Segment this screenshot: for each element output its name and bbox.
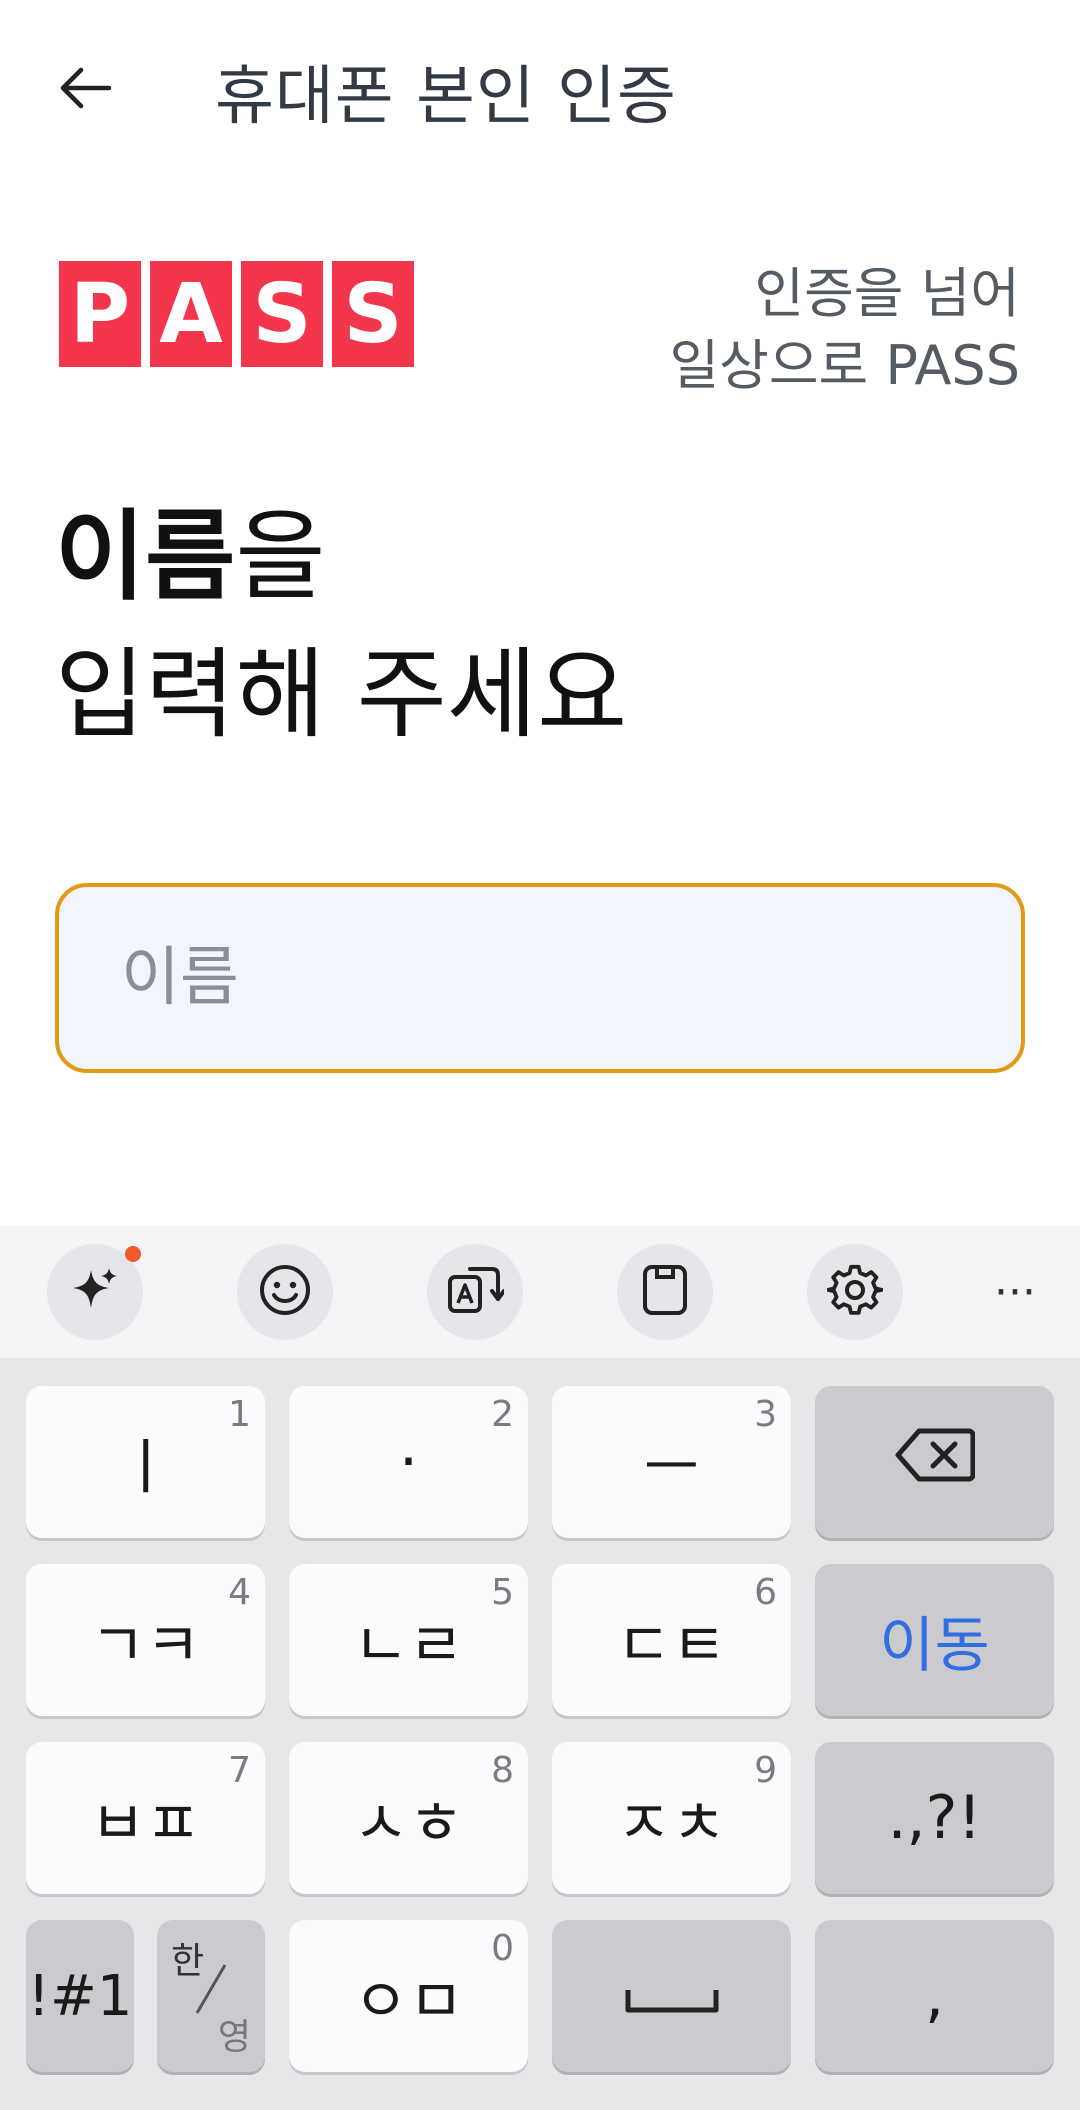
key-label: ㄷㅌ bbox=[616, 1610, 727, 1681]
symbols-key[interactable]: !#1 bbox=[26, 1920, 134, 2072]
sparkle-ai-icon bbox=[69, 1264, 121, 1320]
lang-top-label: 한 bbox=[171, 1941, 205, 1982]
settings-button[interactable] bbox=[807, 1244, 903, 1340]
pass-logo: P A S S bbox=[59, 261, 414, 367]
key-dot[interactable]: · 2 bbox=[289, 1386, 528, 1538]
app-header: 휴대폰 본인 인증 bbox=[0, 0, 1080, 175]
backspace-icon bbox=[895, 1427, 975, 1498]
brand-tagline: 인증을 넘어 일상으로 PASS bbox=[670, 258, 1021, 402]
notification-dot bbox=[125, 1246, 141, 1262]
korean-keyboard: ㅣ 1 · 2 ㅡ 3 ㄱㅋ 4 ㄴㄹ 5 ㄷㅌ 6 이동 ㅂㅍ 7 ㅅㅎ 8 … bbox=[0, 1358, 1080, 2110]
space-bar-icon bbox=[624, 1961, 720, 2031]
logo-letter: S bbox=[332, 261, 414, 367]
key-siot[interactable]: ㅅㅎ 8 bbox=[289, 1742, 528, 1894]
arrow-left-icon bbox=[57, 66, 113, 114]
translate-icon bbox=[446, 1263, 506, 1321]
key-number: 4 bbox=[228, 1572, 251, 1613]
key-label: ㅇㅁ bbox=[353, 1966, 464, 2037]
key-label: .,?! bbox=[887, 1783, 982, 1853]
settings-gear-icon bbox=[826, 1262, 884, 1322]
emoji-icon bbox=[258, 1263, 312, 1321]
headline-rest: 을 bbox=[235, 500, 326, 614]
emoji-button[interactable] bbox=[237, 1244, 333, 1340]
page-title: 휴대폰 본인 인증 bbox=[215, 60, 677, 134]
key-label: · bbox=[398, 1427, 419, 1497]
key-label: ㅣ bbox=[117, 1432, 174, 1503]
key-number: 0 bbox=[491, 1928, 514, 1969]
clipboard-button[interactable] bbox=[617, 1244, 713, 1340]
space-key[interactable] bbox=[552, 1920, 791, 2072]
tagline-line1: 인증을 넘어 bbox=[754, 262, 1020, 325]
key-label: ㅈㅊ bbox=[616, 1788, 727, 1859]
logo-letter: A bbox=[150, 261, 232, 367]
headline-line2: 입력해 주세요 bbox=[55, 638, 628, 752]
key-label: ㄴㄹ bbox=[353, 1610, 464, 1681]
key-number: 9 bbox=[754, 1750, 777, 1791]
logo-letter: P bbox=[59, 261, 141, 367]
key-label: ㄱㅋ bbox=[90, 1610, 201, 1681]
key-bieup[interactable]: ㅂㅍ 7 bbox=[26, 1742, 265, 1894]
key-label: !#1 bbox=[27, 1963, 133, 2029]
key-number: 3 bbox=[754, 1394, 777, 1435]
key-number: 1 bbox=[228, 1394, 251, 1435]
back-button[interactable] bbox=[50, 55, 120, 125]
tagline-line2: 일상으로 PASS bbox=[669, 334, 1021, 397]
key-number: 6 bbox=[754, 1572, 777, 1613]
logo-letter: S bbox=[241, 261, 323, 367]
more-dots-icon[interactable]: ··· bbox=[985, 1266, 1045, 1318]
key-eu[interactable]: ㅡ 3 bbox=[552, 1386, 791, 1538]
name-input[interactable] bbox=[59, 887, 1021, 1069]
key-label: ㅅㅎ bbox=[353, 1788, 464, 1859]
key-number: 8 bbox=[491, 1750, 514, 1791]
comma-key[interactable]: , bbox=[815, 1920, 1054, 2072]
instruction-headline: 이름을 입력해 주세요 bbox=[55, 488, 627, 764]
lang-bottom-label: 영 bbox=[217, 2017, 251, 2058]
key-giyeok[interactable]: ㄱㅋ 4 bbox=[26, 1564, 265, 1716]
key-label: ㅂㅍ bbox=[90, 1788, 201, 1859]
key-label: ㅡ bbox=[643, 1432, 700, 1503]
key-number: 2 bbox=[491, 1394, 514, 1435]
key-label: 이동 bbox=[879, 1610, 990, 1681]
key-jieut[interactable]: ㅈㅊ 9 bbox=[552, 1742, 791, 1894]
name-field[interactable] bbox=[55, 883, 1025, 1073]
headline-bold: 이름 bbox=[55, 500, 236, 614]
key-i[interactable]: ㅣ 1 bbox=[26, 1386, 265, 1538]
key-nieun[interactable]: ㄴㄹ 5 bbox=[289, 1564, 528, 1716]
language-switch-key[interactable]: 한 영 bbox=[157, 1920, 265, 2072]
translate-button[interactable] bbox=[427, 1244, 523, 1340]
key-label: , bbox=[924, 1961, 945, 2031]
key-ieung[interactable]: ㅇㅁ 0 bbox=[289, 1920, 528, 2072]
key-digeut[interactable]: ㄷㅌ 6 bbox=[552, 1564, 791, 1716]
ai-suggest-button[interactable] bbox=[47, 1244, 143, 1340]
backspace-key[interactable] bbox=[815, 1386, 1054, 1538]
keyboard-toolbar: ··· bbox=[0, 1226, 1080, 1358]
key-number: 7 bbox=[228, 1750, 251, 1791]
key-number: 5 bbox=[491, 1572, 514, 1613]
clipboard-icon bbox=[641, 1263, 689, 1321]
punctuation-key[interactable]: .,?! bbox=[815, 1742, 1054, 1894]
move-key[interactable]: 이동 bbox=[815, 1564, 1054, 1716]
